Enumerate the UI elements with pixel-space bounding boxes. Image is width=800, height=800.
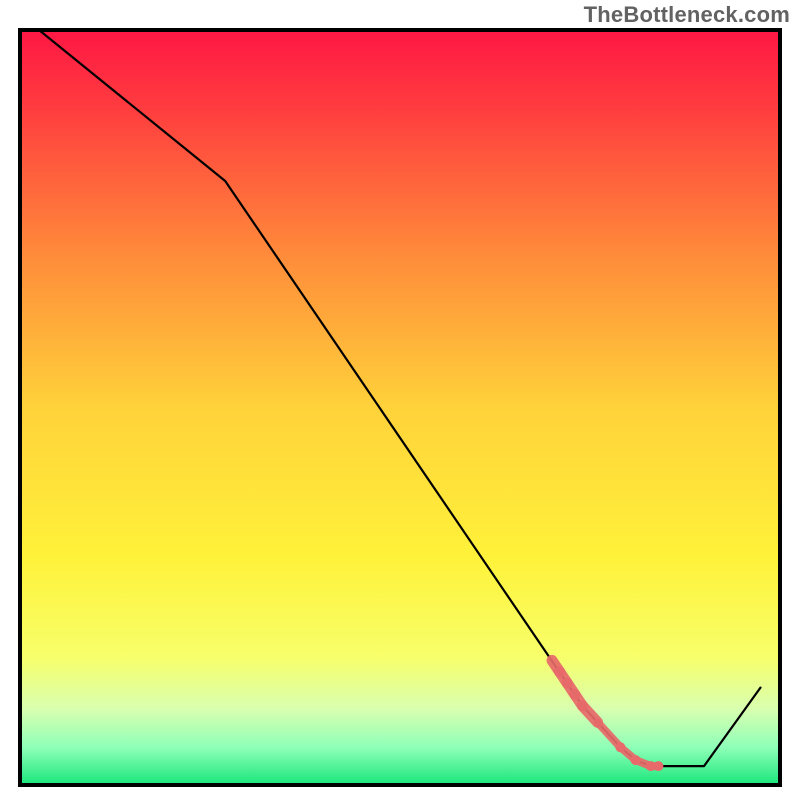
chart-container: TheBottleneck.com: [0, 0, 800, 800]
highlight-dot: [653, 761, 663, 771]
watermark-text: TheBottleneck.com: [584, 2, 790, 28]
highlight-dot: [631, 755, 641, 765]
gradient-background: [20, 30, 780, 785]
highlight-dot: [615, 742, 625, 752]
bottleneck-chart: [0, 0, 800, 800]
